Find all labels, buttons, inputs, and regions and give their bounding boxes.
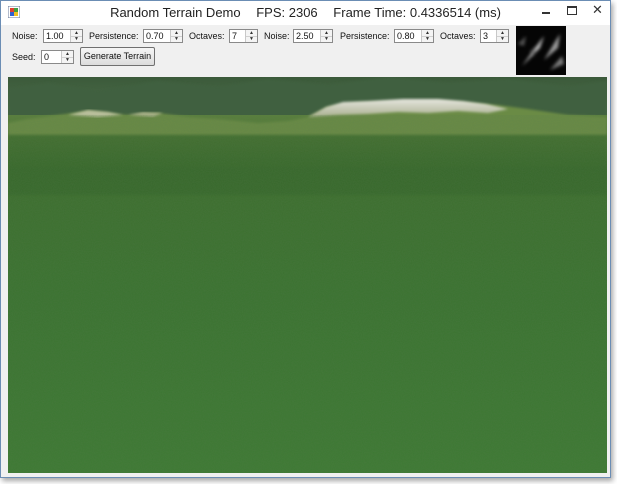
persistence1-value: 0.70 [146,31,164,41]
persistence1-arrows[interactable]: ▲ ▼ [170,30,182,42]
persistence2-stepper[interactable]: 0.80 ▲ ▼ [394,29,434,43]
noise1-label: Noise: [12,31,38,41]
close-button[interactable]: ✕ [585,1,610,19]
minimize-button[interactable] [533,1,559,19]
minimize-icon [542,12,550,14]
persistence2-label: Persistence: [340,31,390,41]
terrain-render [8,77,607,473]
arrow-down-icon[interactable]: ▼ [71,36,82,42]
seed-label: Seed: [12,52,36,62]
heightmap-preview [516,26,566,75]
octaves2-label: Octaves: [440,31,476,41]
octaves2-arrows[interactable]: ▲ ▼ [496,30,508,42]
noise2-arrows[interactable]: ▲ ▼ [320,30,332,42]
octaves2-stepper[interactable]: 3 ▲ ▼ [480,29,509,43]
generate-terrain-button[interactable]: Generate Terrain [80,47,155,66]
seed-stepper[interactable]: 0 ▲ ▼ [41,50,74,64]
frame-time-readout: Frame Time: 0.4336514 (ms) [333,5,501,20]
seed-arrows[interactable]: ▲ ▼ [61,51,73,63]
seed-value: 0 [44,52,50,62]
arrow-down-icon[interactable]: ▼ [497,36,508,42]
title-text: Random Terrain Demo [110,5,241,20]
close-icon: ✕ [592,2,603,17]
toolbar: Noise: 1.00 ▲ ▼ Persistence: 0.70 ▲ ▼ Octa… [1,25,610,77]
fps-readout: FPS: 2306 [256,5,318,20]
arrow-down-icon[interactable]: ▼ [246,36,257,42]
arrow-down-icon[interactable]: ▼ [321,36,332,42]
arrow-down-icon[interactable]: ▼ [171,36,182,42]
arrow-down-icon[interactable]: ▼ [422,36,433,42]
noise2-stepper[interactable]: 2.50 ▲ ▼ [293,29,333,43]
noise2-value: 2.50 [296,31,314,41]
arrow-down-icon[interactable]: ▼ [62,57,73,63]
persistence2-value: 0.80 [397,31,415,41]
heightmap-preview-image [516,26,566,75]
maximize-icon [567,6,577,15]
octaves1-arrows[interactable]: ▲ ▼ [245,30,257,42]
terrain-viewport[interactable] [8,77,607,473]
octaves1-label: Octaves: [189,31,225,41]
window-title: Random Terrain Demo FPS: 2306 Frame Time… [1,5,610,20]
octaves2-value: 3 [483,31,489,41]
persistence1-stepper[interactable]: 0.70 ▲ ▼ [143,29,183,43]
title-bar[interactable]: Random Terrain Demo FPS: 2306 Frame Time… [1,1,610,25]
persistence2-arrows[interactable]: ▲ ▼ [421,30,433,42]
app-window: Random Terrain Demo FPS: 2306 Frame Time… [0,0,611,478]
octaves1-stepper[interactable]: 7 ▲ ▼ [229,29,258,43]
noise2-label: Noise: [264,31,290,41]
maximize-button[interactable] [559,1,585,19]
noise1-value: 1.00 [46,31,64,41]
persistence1-label: Persistence: [89,31,139,41]
octaves1-value: 7 [232,31,238,41]
noise1-arrows[interactable]: ▲ ▼ [70,30,82,42]
noise1-stepper[interactable]: 1.00 ▲ ▼ [43,29,83,43]
